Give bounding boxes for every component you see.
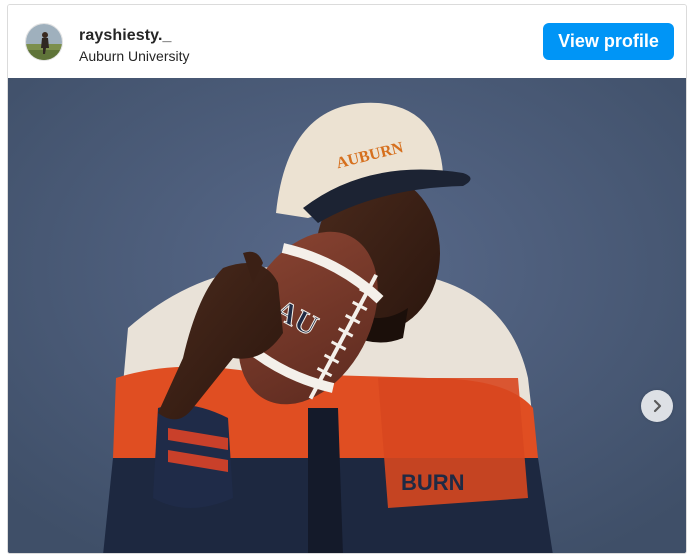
post-author-info: rayshiesty._ Auburn University bbox=[79, 26, 190, 65]
post-photo: BURN AUBURN AU bbox=[8, 78, 686, 553]
chevron-right-icon bbox=[653, 399, 662, 413]
username[interactable]: rayshiesty._ bbox=[79, 26, 190, 45]
instagram-embed-card: rayshiesty._ Auburn University View prof… bbox=[7, 4, 687, 554]
avatar[interactable] bbox=[25, 23, 63, 61]
jacket-text: BURN bbox=[401, 470, 465, 495]
view-profile-button[interactable]: View profile bbox=[543, 23, 674, 60]
post-media[interactable]: BURN AUBURN AU bbox=[8, 78, 686, 553]
next-slide-button[interactable] bbox=[641, 390, 673, 422]
post-header: rayshiesty._ Auburn University View prof… bbox=[8, 5, 686, 78]
location[interactable]: Auburn University bbox=[79, 47, 190, 65]
avatar-image bbox=[26, 24, 62, 60]
